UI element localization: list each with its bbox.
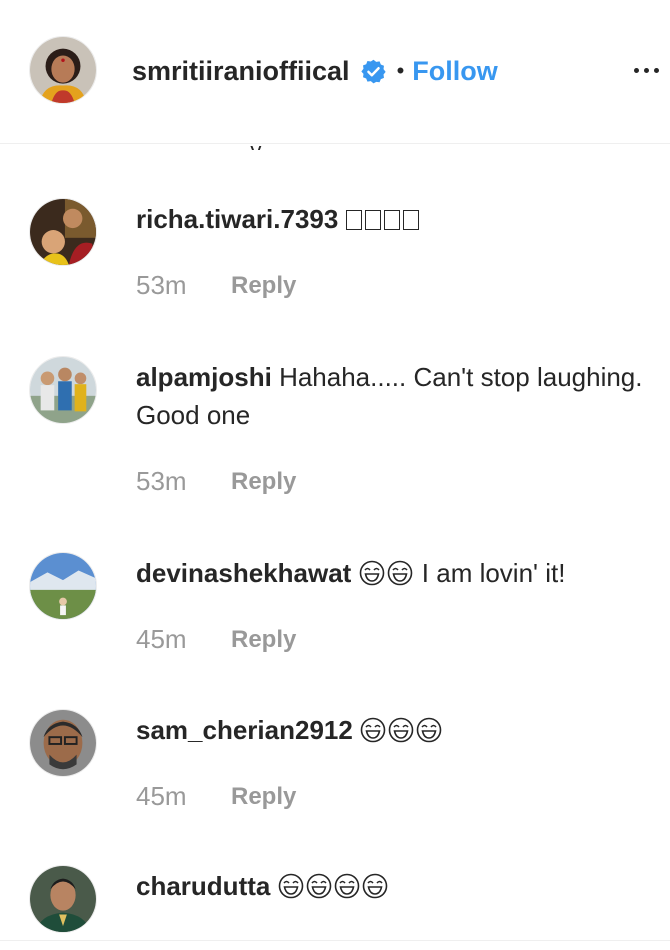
comment-timestamp: 45m xyxy=(136,624,187,654)
avatar[interactable] xyxy=(29,865,97,933)
comment-timestamp: 45m xyxy=(136,781,187,811)
profile-photo-icon xyxy=(30,866,96,932)
divider xyxy=(0,940,670,941)
avatar[interactable] xyxy=(29,552,97,620)
comment-meta: 53m Reply xyxy=(136,270,296,301)
more-options-icon[interactable] xyxy=(626,56,666,84)
header-line: smritiiranioffiical • Follow xyxy=(132,52,498,90)
comment-text: sam_cherian2912 xyxy=(136,711,656,749)
comment-timestamp: 53m xyxy=(136,466,187,496)
comment-text: richa.tiwari.7393 xyxy=(136,200,656,238)
profile-photo-icon xyxy=(30,199,96,265)
profile-photo-icon xyxy=(30,357,96,423)
comment-username[interactable]: alpamjoshi xyxy=(136,362,272,392)
profile-photo-icon xyxy=(30,710,96,776)
reply-button[interactable]: Reply xyxy=(231,272,296,300)
comment-text: charudutta xyxy=(136,867,656,905)
avatar[interactable] xyxy=(29,198,97,266)
profile-photo-icon xyxy=(30,37,96,103)
post-header: smritiiranioffiical • Follow xyxy=(0,0,670,144)
comment-meta: 53m Reply xyxy=(136,466,296,497)
separator-dot: • xyxy=(396,58,405,83)
emoji-placeholder-icon xyxy=(345,204,422,234)
avatar[interactable] xyxy=(29,356,97,424)
verified-badge-icon xyxy=(360,58,387,85)
comment-text: alpamjoshi Hahaha..... Can't stop laughi… xyxy=(136,358,656,434)
partial-comment-text: ...y xyxy=(232,138,352,150)
comment-username[interactable]: devinashekhawat xyxy=(136,558,351,588)
reply-button[interactable]: Reply xyxy=(231,626,296,654)
comment-timestamp: 53m xyxy=(136,270,187,300)
reply-button[interactable]: Reply xyxy=(231,468,296,496)
comment-meta: 45m Reply xyxy=(136,624,296,655)
avatar[interactable] xyxy=(29,36,97,104)
comment-username[interactable]: sam_cherian2912 xyxy=(136,715,353,745)
laughing-emoji-icon xyxy=(278,871,390,901)
comment-body: I am lovin' it! xyxy=(421,558,566,588)
comment-username[interactable]: richa.tiwari.7393 xyxy=(136,204,338,234)
avatar[interactable] xyxy=(29,709,97,777)
comment-meta: 45m Reply xyxy=(136,781,296,812)
laughing-emoji-icon xyxy=(360,715,444,745)
reply-button[interactable]: Reply xyxy=(231,783,296,811)
post-author-username[interactable]: smritiiranioffiical xyxy=(132,56,350,87)
laughing-emoji-icon xyxy=(359,558,415,588)
comment-username[interactable]: charudutta xyxy=(136,871,270,901)
follow-button[interactable]: Follow xyxy=(412,56,497,87)
comment-text: devinashekhawat I am lovin' it! xyxy=(136,554,656,592)
profile-photo-icon xyxy=(30,553,96,619)
